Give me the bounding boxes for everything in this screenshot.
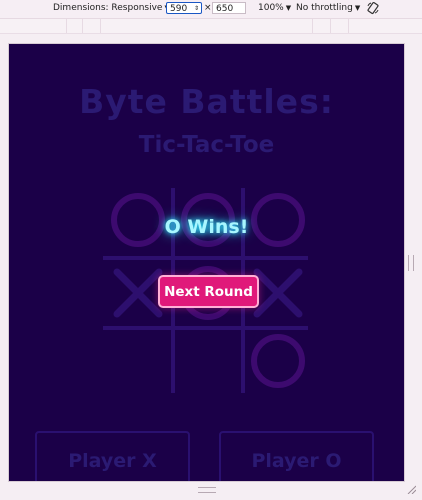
resize-corner-icon[interactable]	[407, 485, 416, 494]
throttling-label: No throttling	[296, 3, 353, 13]
width-value: 590	[170, 4, 188, 14]
result-message: O Wins!	[164, 216, 249, 238]
zoom-label: 100%	[258, 3, 284, 13]
game-title: Byte Battles:	[79, 82, 334, 121]
board-cell-5[interactable]	[253, 268, 303, 318]
board-cell-8[interactable]	[251, 334, 305, 388]
devtools-toolbar: Dimensions: Responsive▼ 590 ⇕ × 650 100%…	[0, 0, 422, 19]
rotate-icon[interactable]	[366, 1, 380, 18]
resize-handle-bottom[interactable]	[0, 482, 422, 500]
chevron-down-icon: ▼	[354, 4, 361, 12]
device-ruler	[0, 19, 422, 34]
throttling-dropdown[interactable]: No throttling ▼	[296, 3, 360, 13]
player-x-card: Player X	[35, 431, 190, 481]
dimensions-label: Dimensions: Responsive	[53, 3, 163, 13]
o-mark-icon	[251, 334, 305, 388]
player-o-card: Player O	[219, 431, 374, 481]
times-separator: ×	[204, 3, 212, 13]
game-subtitle: Tic-Tac-Toe	[138, 132, 275, 158]
spinner-icon[interactable]: ⇕	[194, 3, 199, 15]
chevron-down-icon: ▼	[285, 4, 292, 12]
resize-handle-right[interactable]	[405, 44, 416, 481]
next-round-button[interactable]: Next Round	[158, 275, 259, 308]
height-value: 650	[216, 4, 234, 14]
x-mark-icon	[113, 268, 163, 318]
zoom-dropdown[interactable]: 100% ▼	[258, 3, 291, 13]
x-mark-icon	[253, 268, 303, 318]
page-viewport: Byte Battles: Tic-Tac-Toe Player X Playe…	[8, 43, 405, 482]
height-input[interactable]: 650	[212, 2, 246, 14]
dimensions-dropdown[interactable]: Dimensions: Responsive▼	[53, 3, 170, 13]
board-cell-3[interactable]	[113, 268, 163, 318]
width-input[interactable]: 590 ⇕	[166, 2, 202, 14]
